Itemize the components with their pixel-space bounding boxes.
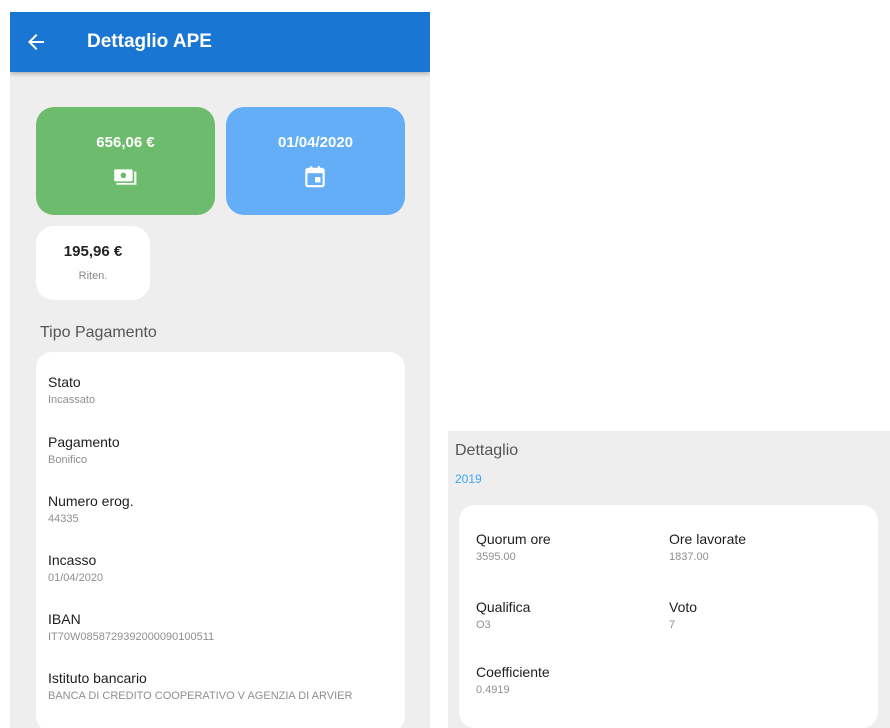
field-value: BANCA DI CREDITO COOPERATIVO V AGENZIA D… bbox=[48, 690, 353, 702]
field-label: Pagamento bbox=[48, 434, 120, 450]
field-value: 7 bbox=[669, 619, 676, 631]
money-icon bbox=[114, 169, 137, 185]
field-istituto-bancario: Istituto bancario BANCA DI CREDITO COOPE… bbox=[48, 670, 352, 702]
apedetail-screen: Dettaglio APE 656,06 € 01/04/2020 195,96… bbox=[10, 12, 430, 728]
field-value: Bonifico bbox=[48, 454, 88, 466]
field-value: 01/04/2020 bbox=[48, 572, 104, 584]
field-label: Qualifica bbox=[476, 599, 531, 615]
field-label: Quorum ore bbox=[476, 531, 551, 547]
field-value: IT70W0858729392000090100511 bbox=[48, 631, 215, 643]
amount-tile[interactable]: 656,06 € bbox=[36, 107, 215, 215]
field-value: 44335 bbox=[48, 513, 79, 525]
field-voto: Voto 7 bbox=[669, 599, 697, 631]
page-title: Dettaglio APE bbox=[87, 31, 212, 52]
detail-card: Quorum ore 3595.00 Ore lavorate 1837.00 … bbox=[459, 505, 878, 728]
field-value: O3 bbox=[476, 619, 491, 631]
field-incasso: Incasso 01/04/2020 bbox=[48, 552, 103, 584]
field-value: 3595.00 bbox=[476, 551, 516, 563]
date-tile[interactable]: 01/04/2020 bbox=[226, 107, 405, 215]
field-label: Coefficiente bbox=[476, 664, 550, 680]
back-arrow-icon[interactable] bbox=[24, 30, 48, 54]
ritenuta-label: Riten. bbox=[78, 270, 108, 282]
detail-year: 2019 bbox=[455, 472, 482, 486]
date-value: 01/04/2020 bbox=[277, 134, 354, 151]
payment-section-title: Tipo Pagamento bbox=[40, 324, 157, 341]
field-label: Stato bbox=[48, 374, 81, 390]
app-bar: Dettaglio APE bbox=[10, 12, 430, 72]
field-quorum-ore: Quorum ore 3595.00 bbox=[476, 531, 551, 563]
field-coefficiente: Coefficiente 0.4919 bbox=[476, 664, 550, 696]
calendar-icon bbox=[305, 166, 325, 188]
ritenuta-value: 195,96 € bbox=[63, 243, 123, 260]
field-value: Incassato bbox=[48, 394, 96, 406]
ritenuta-tile[interactable]: 195,96 € Riten. bbox=[36, 226, 150, 300]
field-value: 1837.00 bbox=[669, 551, 709, 563]
field-ore-lavorate: Ore lavorate 1837.00 bbox=[669, 531, 746, 563]
field-label: Numero erog. bbox=[48, 493, 134, 509]
field-iban: IBAN IT70W0858729392000090100511 bbox=[48, 611, 214, 643]
field-stato: Stato Incassato bbox=[48, 374, 95, 406]
field-pagamento: Pagamento Bonifico bbox=[48, 434, 120, 466]
field-label: Istituto bancario bbox=[48, 670, 147, 686]
field-numero-erog: Numero erog. 44335 bbox=[48, 493, 134, 525]
detail-section-title: Dettaglio bbox=[455, 442, 519, 459]
detail-screen: Dettaglio 2019 Quorum ore 3595.00 Ore la… bbox=[448, 431, 890, 728]
field-qualifica: Qualifica O3 bbox=[476, 599, 530, 631]
field-label: Ore lavorate bbox=[669, 531, 747, 547]
amount-value: 656,06 € bbox=[96, 134, 155, 151]
field-label: IBAN bbox=[48, 611, 81, 627]
field-value: 0.4919 bbox=[476, 684, 510, 696]
field-label: Voto bbox=[669, 599, 698, 615]
field-label: Incasso bbox=[48, 552, 97, 568]
payment-card: Stato Incassato Pagamento Bonifico Numer… bbox=[36, 352, 405, 728]
